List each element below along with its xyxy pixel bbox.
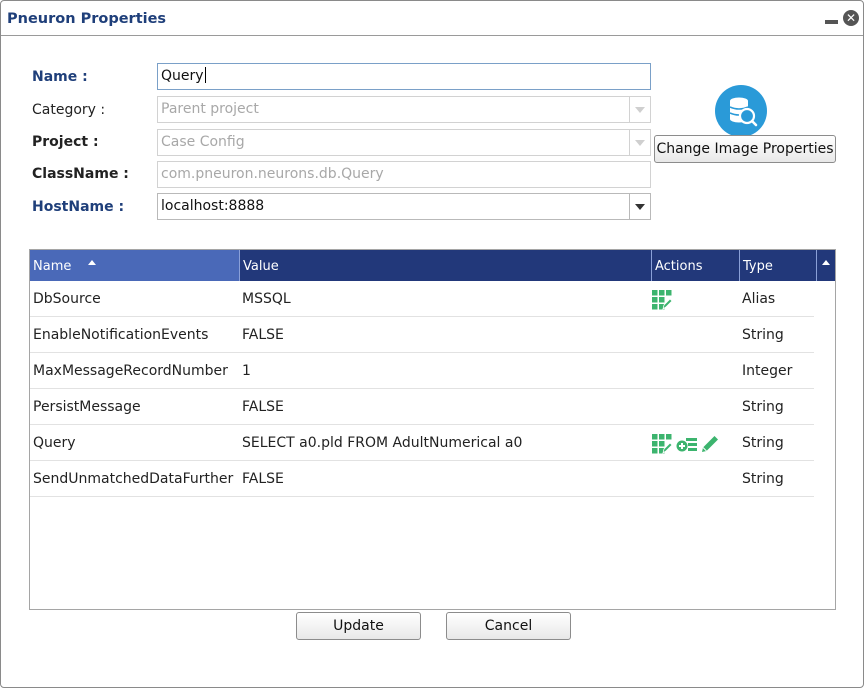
table-row[interactable]: Query SELECT a0.pld FROM AdultNumerical a… [30, 425, 814, 461]
cell-type: String [742, 435, 784, 451]
classname-label: ClassName : [32, 166, 129, 182]
chevron-down-icon[interactable] [629, 194, 650, 219]
classname-value: com.pneuron.neurons.db.Query [161, 166, 384, 182]
grid-edit-icon[interactable] [652, 290, 673, 310]
name-label: Name : [32, 69, 88, 85]
table-row[interactable]: PersistMessage FALSE String [30, 389, 814, 425]
project-value: Case Config [161, 134, 245, 150]
chevron-down-icon[interactable] [629, 97, 650, 122]
cell-name: SendUnmatchedDataFurther [33, 471, 234, 487]
pneuron-properties-dialog: Pneuron Properties ✕ Name : Category : P… [0, 0, 864, 688]
table-row[interactable]: DbSource MSSQL Alias [30, 281, 814, 317]
cell-name: DbSource [33, 291, 101, 307]
cancel-button[interactable]: Cancel [446, 612, 571, 640]
column-header-type[interactable]: Type [740, 250, 816, 281]
minimize-icon[interactable] [825, 11, 839, 25]
project-select[interactable]: Case Config [157, 129, 651, 156]
update-button[interactable]: Update [296, 612, 421, 640]
column-header-label: Type [743, 259, 773, 274]
cell-value: FALSE [242, 327, 284, 343]
table-row[interactable]: MaxMessageRecordNumber 1 Integer [30, 353, 814, 389]
table-row[interactable]: SendUnmatchedDataFurther FALSE String [30, 461, 814, 497]
category-select[interactable]: Parent project [157, 96, 651, 123]
text-cursor [204, 67, 206, 83]
cell-type: Alias [742, 291, 776, 307]
properties-grid: Name Value Actions Type DbSource MSSQL Ali… [29, 249, 836, 610]
column-header-name[interactable]: Name [30, 250, 240, 281]
cell-value: FALSE [242, 399, 284, 415]
hostname-label: HostName : [32, 199, 125, 215]
column-header-label: Actions [655, 259, 703, 274]
close-icon[interactable]: ✕ [843, 10, 859, 26]
cell-name: PersistMessage [33, 399, 141, 415]
cell-value: SELECT a0.pld FROM AdultNumerical a0 [242, 435, 523, 451]
project-label: Project : [32, 134, 99, 150]
category-value: Parent project [161, 101, 259, 117]
title-bar: Pneuron Properties ✕ [1, 1, 863, 36]
cell-name: Query [33, 435, 76, 451]
cell-value: FALSE [242, 471, 284, 487]
scroll-up-icon[interactable] [816, 250, 835, 281]
hostname-value: localhost:8888 [161, 198, 265, 214]
cell-name: MaxMessageRecordNumber [33, 363, 228, 379]
table-row[interactable]: EnableNotificationEvents FALSE String [30, 317, 814, 353]
cell-name: EnableNotificationEvents [33, 327, 209, 343]
cell-type: String [742, 399, 784, 415]
sort-ascending-icon [88, 260, 96, 265]
pencil-icon[interactable] [700, 434, 720, 454]
cell-type: String [742, 327, 784, 343]
category-label: Category : [32, 102, 106, 118]
cell-value: MSSQL [242, 291, 291, 307]
grid-edit-icon[interactable] [652, 434, 673, 454]
add-list-icon[interactable] [676, 434, 697, 454]
chevron-down-icon[interactable] [629, 130, 650, 155]
hostname-select[interactable]: localhost:8888 [157, 193, 651, 220]
database-icon [715, 85, 767, 137]
cell-type: String [742, 471, 784, 487]
cell-type: Integer [742, 363, 793, 379]
name-input[interactable]: Query [157, 63, 651, 90]
cell-value: 1 [242, 363, 251, 379]
column-header-value[interactable]: Value [240, 250, 652, 281]
dialog-title: Pneuron Properties [7, 11, 167, 27]
classname-input[interactable]: com.pneuron.neurons.db.Query [157, 161, 651, 188]
column-header-label: Value [243, 259, 279, 274]
grid-header: Name Value Actions Type [30, 250, 835, 281]
name-input-value: Query [161, 68, 204, 84]
change-image-properties-button[interactable]: Change Image Properties [654, 135, 836, 163]
column-header-label: Name [33, 259, 72, 274]
column-header-actions[interactable]: Actions [652, 250, 740, 281]
